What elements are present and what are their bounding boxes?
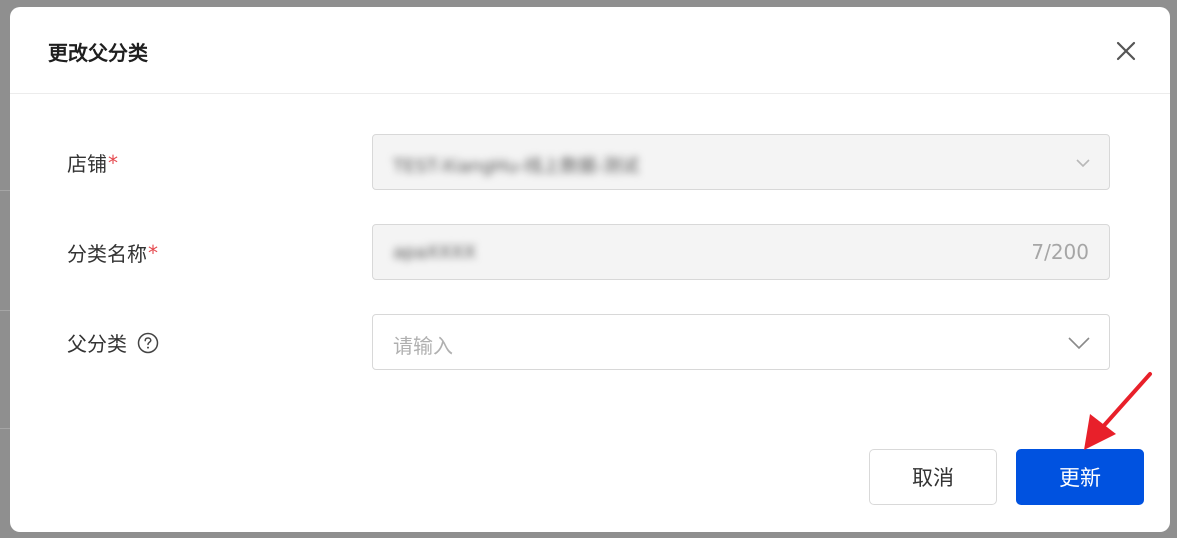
category-name-row: 分类名称 * apaXXXX 7/200 [10,224,1170,282]
parent-category-row: 父分类 请输入 [10,314,1170,372]
chevron-down-icon [1068,337,1090,350]
store-label-text: 店铺 [67,152,107,176]
parent-category-select[interactable]: 请输入 [372,314,1110,370]
char-count: 7/200 [1031,240,1089,264]
dialog-title: 更改父分类 [48,41,148,65]
dialog-header: 更改父分类 [10,7,1170,94]
parent-category-label-text: 父分类 [67,332,127,356]
cancel-button[interactable]: 取消 [869,449,997,505]
store-label: 店铺 * [67,148,118,177]
annotation-arrow-icon [1084,372,1152,450]
question-circle-icon[interactable] [137,332,159,354]
category-name-label: 分类名称 * [67,238,158,267]
required-mark: * [148,240,158,265]
store-select[interactable]: TEST-XiangHu-线上数据-测试 [372,134,1110,190]
parent-category-placeholder: 请输入 [393,334,453,358]
close-icon [1116,41,1136,61]
category-name-value: apaXXXX [393,242,476,263]
chevron-down-icon [1076,159,1090,168]
edit-parent-category-dialog: 更改父分类 店铺 * TEST-XiangHu-线上数据-测试 分类名称 * apa… [10,7,1170,532]
store-select-value: TEST-XiangHu-线上数据-测试 [393,156,639,177]
store-row: 店铺 * TEST-XiangHu-线上数据-测试 [10,134,1170,192]
required-mark: * [108,150,118,175]
close-button[interactable] [1112,37,1140,65]
category-name-label-text: 分类名称 [67,242,147,266]
category-name-input[interactable]: apaXXXX 7/200 [372,224,1110,280]
parent-category-label: 父分类 [67,328,159,357]
